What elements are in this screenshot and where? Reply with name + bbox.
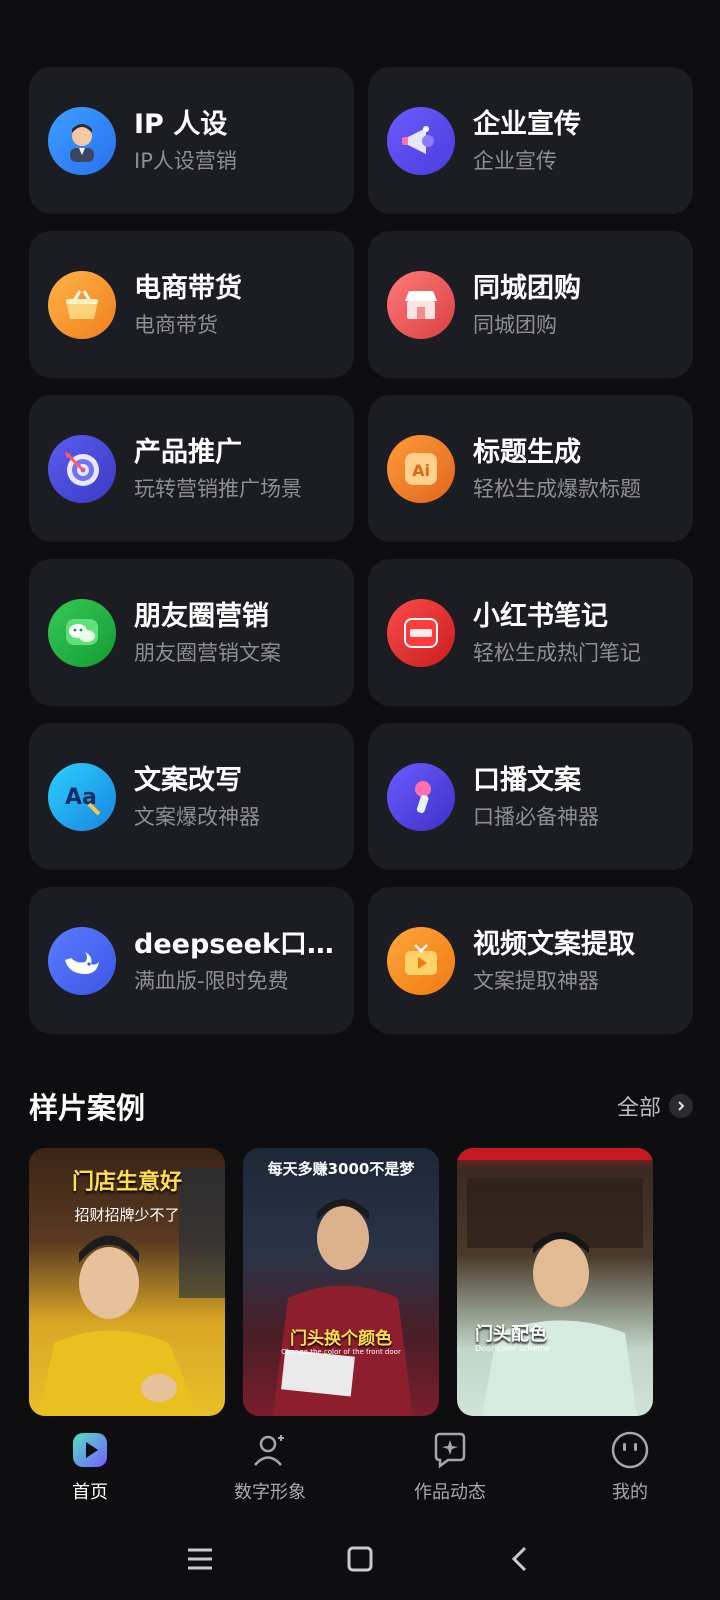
sample-subcaption: Door color scheme xyxy=(475,1344,551,1353)
ip-persona-icon xyxy=(48,106,116,175)
feature-card-moments-marketing[interactable]: 朋友圈营销 朋友圈营销文案 xyxy=(29,559,354,706)
feature-title: 企业宣传 xyxy=(473,108,581,140)
tab-digital-avatar[interactable]: 数字形象 xyxy=(180,1418,360,1518)
feature-title: deepseek口… xyxy=(134,928,334,960)
feature-card-local-groupbuy[interactable]: 同城团购 同城团购 xyxy=(368,231,693,378)
bottom-tab-bar: 首页 数字形象 作品动态 我的 xyxy=(0,1418,720,1518)
feature-card-corporate-promo[interactable]: 企业宣传 企业宣传 xyxy=(368,67,693,214)
feature-title: 产品推广 xyxy=(134,436,242,468)
sample-video-card[interactable]: 门店生意好 招财招牌少不了 xyxy=(29,1148,225,1416)
feature-subtitle: 玩转营销推广场景 xyxy=(134,476,302,501)
feature-card-copy-rewrite[interactable]: Aa 文案改写 文案爆改神器 xyxy=(29,723,354,870)
sample-caption: 门头配色 xyxy=(475,1324,547,1345)
sample-video-card[interactable]: 每天多赚3000不是梦 门头换个颜色 Change the color of t… xyxy=(243,1148,439,1416)
feature-subtitle: 企业宣传 xyxy=(473,148,557,173)
profile-face-icon xyxy=(611,1431,649,1469)
home-square-icon[interactable] xyxy=(345,1544,375,1574)
sample-top-caption: 每天多赚3000不是梦 xyxy=(267,1160,415,1178)
feature-subtitle: 朋友圈营销文案 xyxy=(134,640,281,665)
microphone-icon xyxy=(387,762,455,831)
feature-card-voice-script[interactable]: 口播文案 口播必备神器 xyxy=(368,723,693,870)
feature-subtitle: 口播必备神器 xyxy=(473,804,599,829)
presenter-thumbnail xyxy=(457,1148,653,1416)
sample-caption: 门店生意好 xyxy=(71,1170,182,1195)
feature-title: 小红书笔记 xyxy=(473,600,608,632)
feature-title: 电商带货 xyxy=(134,272,242,304)
tv-play-icon xyxy=(387,926,455,995)
feature-title: 视频文案提取 xyxy=(473,928,635,960)
feature-card-ecommerce[interactable]: 电商带货 电商带货 xyxy=(29,231,354,378)
feature-card-deepseek[interactable]: deepseek口… 满血版-限时免费 xyxy=(29,887,354,1034)
works-chat-icon xyxy=(434,1432,466,1469)
feature-card-ip-persona[interactable]: IP 人设 IP人设营销 xyxy=(29,67,354,214)
feature-title: 朋友圈营销 xyxy=(134,600,269,632)
feature-subtitle: IP人设营销 xyxy=(134,148,237,173)
tab-label: 我的 xyxy=(612,1482,648,1503)
text-rewrite-icon: Aa xyxy=(48,762,116,831)
menu-icon[interactable] xyxy=(185,1544,215,1574)
system-navigation-bar xyxy=(0,1518,720,1600)
presenter-thumbnail xyxy=(273,1199,413,1416)
feature-card-xiaohongshu[interactable]: 小红书笔记 轻松生成热门笔记 xyxy=(368,559,693,706)
tab-home[interactable]: 首页 xyxy=(0,1418,180,1518)
megaphone-icon xyxy=(387,106,455,175)
wechat-icon xyxy=(48,598,116,667)
sample-caption: 门头换个颜色 xyxy=(290,1329,392,1349)
chevron-right-icon xyxy=(669,1094,693,1118)
feature-subtitle: 文案爆改神器 xyxy=(134,804,260,829)
sample-video-card[interactable]: 门头配色 Door color scheme xyxy=(457,1148,653,1416)
feature-card-video-text-extract[interactable]: 视频文案提取 文案提取神器 xyxy=(368,887,693,1034)
ai-icon: Ai xyxy=(387,434,455,503)
shopping-basket-icon xyxy=(48,270,116,339)
deepseek-whale-icon xyxy=(48,926,116,995)
tab-works-feed[interactable]: 作品动态 xyxy=(360,1418,540,1518)
samples-section-header: 样片案例 全部 xyxy=(29,1085,693,1127)
feature-subtitle: 轻松生成爆款标题 xyxy=(473,476,641,501)
feature-title: IP 人设 xyxy=(134,108,228,140)
home-play-icon xyxy=(73,1433,107,1467)
see-all-label: 全部 xyxy=(616,1096,661,1121)
tab-label: 首页 xyxy=(72,1482,108,1503)
feature-title: 标题生成 xyxy=(473,436,581,468)
feature-subtitle: 电商带货 xyxy=(134,312,218,337)
feature-card-product-promo[interactable]: 产品推广 玩转营销推广场景 xyxy=(29,395,354,542)
feature-subtitle: 同城团购 xyxy=(473,312,557,337)
feature-subtitle: 满血版-限时免费 xyxy=(134,968,289,993)
tab-profile[interactable]: 我的 xyxy=(540,1418,720,1518)
target-dart-icon xyxy=(48,434,116,503)
feature-subtitle: 文案提取神器 xyxy=(473,968,599,993)
storefront-icon xyxy=(387,270,455,339)
see-all-button[interactable]: 全部 xyxy=(617,1090,693,1122)
tab-label: 数字形象 xyxy=(234,1482,306,1503)
svg-text:Ai: Ai xyxy=(412,461,430,480)
feature-title: 口播文案 xyxy=(473,764,581,796)
tab-label: 作品动态 xyxy=(414,1482,486,1503)
feature-grid: IP 人设 IP人设营销 企业宣传 企业宣传 电商带货 电商带货 同城团购 同城… xyxy=(29,67,693,1034)
feature-title: 同城团购 xyxy=(473,272,581,304)
section-title: 样片案例 xyxy=(29,1091,146,1125)
sample-subcaption: 招财招牌少不了 xyxy=(74,1206,180,1224)
feature-title: 文案改写 xyxy=(134,764,242,796)
sample-list: 门店生意好 招财招牌少不了 每天多赚3000不是梦 门头换个颜色 Change … xyxy=(29,1148,653,1416)
sample-subcaption: Change the color of the front door xyxy=(281,1348,401,1356)
digital-avatar-icon xyxy=(254,1435,284,1466)
feature-subtitle: 轻松生成热门笔记 xyxy=(473,640,641,665)
feature-card-title-generator[interactable]: Ai 标题生成 轻松生成爆款标题 xyxy=(368,395,693,542)
back-chevron-icon[interactable] xyxy=(505,1544,535,1574)
xiaohongshu-icon xyxy=(387,598,455,667)
